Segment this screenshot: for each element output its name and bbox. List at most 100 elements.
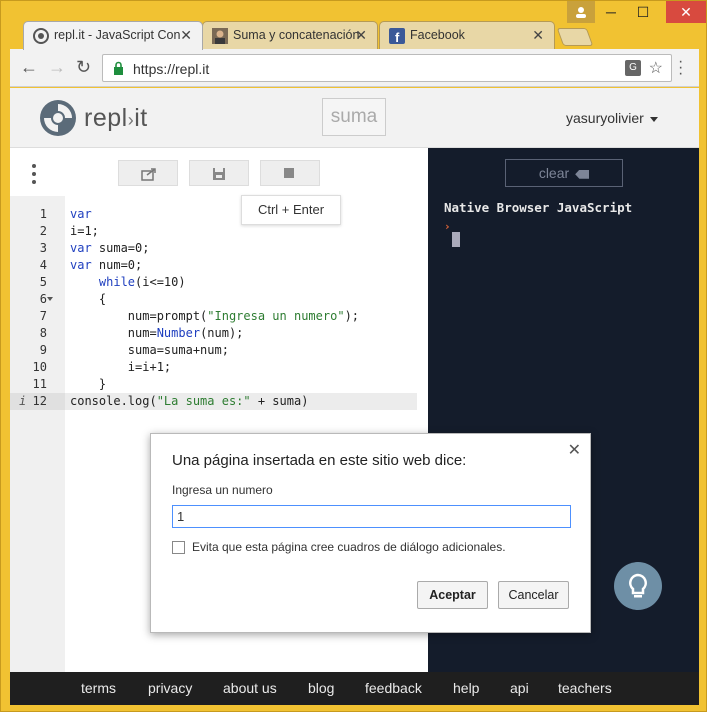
info-marker-icon: i <box>19 394 27 408</box>
facebook-favicon-icon: f <box>389 28 405 44</box>
footer-link-privacy[interactable]: privacy <box>148 680 192 696</box>
footer-link-api[interactable]: api <box>510 680 529 696</box>
dialog-message: Ingresa un numero <box>172 483 273 497</box>
run-shortcut-tooltip: Ctrl + Enter <box>241 195 341 225</box>
cancel-button[interactable]: Cancelar <box>498 581 569 609</box>
tab-title: Suma y concatenación <box>233 28 360 42</box>
maximize-icon[interactable]: ☐ <box>629 1 657 23</box>
code-token: ); <box>344 309 360 323</box>
browser-window: repl.it - JavaScript Con ✕ Suma y concat… <box>0 0 707 712</box>
code-token: + suma) <box>250 394 309 408</box>
caret-down-icon <box>649 116 658 122</box>
line-number-gutter: 1 2 3 4 5 6 7 8 9 10 11 12 i <box>10 196 65 672</box>
help-bubble-button[interactable] <box>614 562 662 610</box>
backspace-icon <box>575 169 590 179</box>
code-token: (i<=10) <box>135 275 186 289</box>
code-token: "Ingresa un numero" <box>207 309 345 323</box>
code-token: num= <box>70 326 157 340</box>
share-button[interactable] <box>118 160 178 186</box>
line-number: 1 <box>39 207 47 221</box>
line-number: 9 <box>39 343 47 357</box>
dialog-title: Una página insertada en este sitio web d… <box>172 452 467 469</box>
footer-link-teachers[interactable]: teachers <box>558 680 612 696</box>
prompt-dialog: Una página insertada en este sitio web d… <box>150 433 591 633</box>
code-line[interactable]: var <box>70 206 92 223</box>
new-tab-button[interactable] <box>556 28 594 46</box>
svg-text:f: f <box>395 30 400 44</box>
dialog-input[interactable] <box>172 505 571 528</box>
code-token: Number <box>156 326 201 340</box>
code-line[interactable]: var suma=0; <box>70 240 149 257</box>
run-stop-button[interactable] <box>260 160 320 186</box>
close-window-icon[interactable]: ✕ <box>666 1 706 23</box>
clear-console-button[interactable]: clear <box>505 159 623 187</box>
lightbulb-icon <box>629 573 647 598</box>
tab-facebook[interactable]: f Facebook ✕ <box>379 21 555 49</box>
code-line[interactable]: { <box>70 291 106 308</box>
console-cursor[interactable] <box>452 232 460 247</box>
footer-link-feedback[interactable]: feedback <box>365 680 422 696</box>
suppress-dialogs-checkbox[interactable] <box>172 541 185 554</box>
code-token: i=i+1; <box>70 360 172 374</box>
code-line[interactable]: i=i+1; <box>70 359 171 376</box>
user-menu[interactable]: yasuryolivier <box>566 110 658 126</box>
profile-icon[interactable] <box>567 1 595 23</box>
footer-link-help[interactable]: help <box>453 680 479 696</box>
code-token: suma=suma+num; <box>70 343 229 357</box>
footer-link-terms[interactable]: terms <box>81 680 116 696</box>
code-line[interactable]: while(i<=10) <box>70 274 186 291</box>
code-token: num=0; <box>91 258 143 272</box>
footer-link-blog[interactable]: blog <box>308 680 334 696</box>
save-button[interactable] <box>189 160 249 186</box>
line-number: 5 <box>39 275 47 289</box>
code-line[interactable]: num=Number(num); <box>70 325 244 342</box>
replit-favicon-icon <box>33 28 49 44</box>
reload-icon[interactable]: ↻ <box>76 57 91 78</box>
code-line[interactable]: console.log("La suma es:" + suma) <box>65 393 417 410</box>
code-token: } <box>70 377 107 391</box>
code-token: suma=0; <box>91 241 150 255</box>
footer-link-about[interactable]: about us <box>223 680 277 696</box>
forward-icon[interactable]: → <box>48 57 66 78</box>
close-tab-icon[interactable]: ✕ <box>180 27 192 44</box>
close-tab-icon[interactable]: ✕ <box>532 27 544 44</box>
console-prompt-icon: › <box>444 220 451 233</box>
code-token: "La suma es:" <box>156 394 251 408</box>
code-line[interactable]: num=prompt("Ingresa un numero"); <box>70 308 359 325</box>
translate-icon[interactable]: G <box>625 60 641 76</box>
line-number: 4 <box>39 258 47 272</box>
tab-replit[interactable]: repl.it - JavaScript Con ✕ <box>23 21 203 50</box>
code-line[interactable]: } <box>70 376 106 393</box>
url-text: https://repl.it <box>133 61 210 77</box>
code-line[interactable]: i=1; <box>70 223 99 240</box>
suppress-dialogs-label: Evita que esta página cree cuadros de di… <box>192 540 506 554</box>
console-output: Native Browser JavaScript <box>444 200 633 215</box>
accept-button[interactable]: Aceptar <box>417 581 488 609</box>
fold-arrow-icon[interactable] <box>47 297 53 301</box>
lock-icon <box>114 61 123 75</box>
site-footer: terms privacy about us blog feedback hel… <box>10 672 699 705</box>
replit-logo-icon[interactable] <box>38 98 78 138</box>
tab-suma[interactable]: Suma y concatenación ✕ <box>202 21 378 49</box>
code-token: while <box>70 275 136 289</box>
line-number: 7 <box>39 309 47 323</box>
browser-menu-icon[interactable]: · · · <box>678 54 683 82</box>
close-tab-icon[interactable]: ✕ <box>355 27 367 44</box>
minimize-icon[interactable]: ─ <box>597 1 625 23</box>
tab-bar: repl.it - JavaScript Con ✕ Suma y concat… <box>1 1 707 50</box>
address-bar[interactable]: https://repl.it G ☆ <box>102 54 672 82</box>
code-token: { <box>70 292 107 306</box>
save-icon <box>213 168 225 180</box>
bookmark-star-icon[interactable]: ☆ <box>649 58 663 78</box>
back-icon[interactable]: ← <box>20 57 38 78</box>
code-token: var <box>70 241 92 255</box>
code-line[interactable]: var num=0; <box>70 257 142 274</box>
code-token: num=prompt( <box>70 309 208 323</box>
stop-icon <box>284 168 294 178</box>
close-dialog-icon[interactable]: ✕ <box>568 440 581 460</box>
code-token: i=1; <box>70 224 99 238</box>
code-line[interactable]: suma=suma+num; <box>70 342 229 359</box>
replit-wordmark[interactable]: repl›it <box>84 104 148 133</box>
project-title[interactable]: suma <box>322 98 386 136</box>
editor-menu-icon[interactable] <box>32 164 36 184</box>
